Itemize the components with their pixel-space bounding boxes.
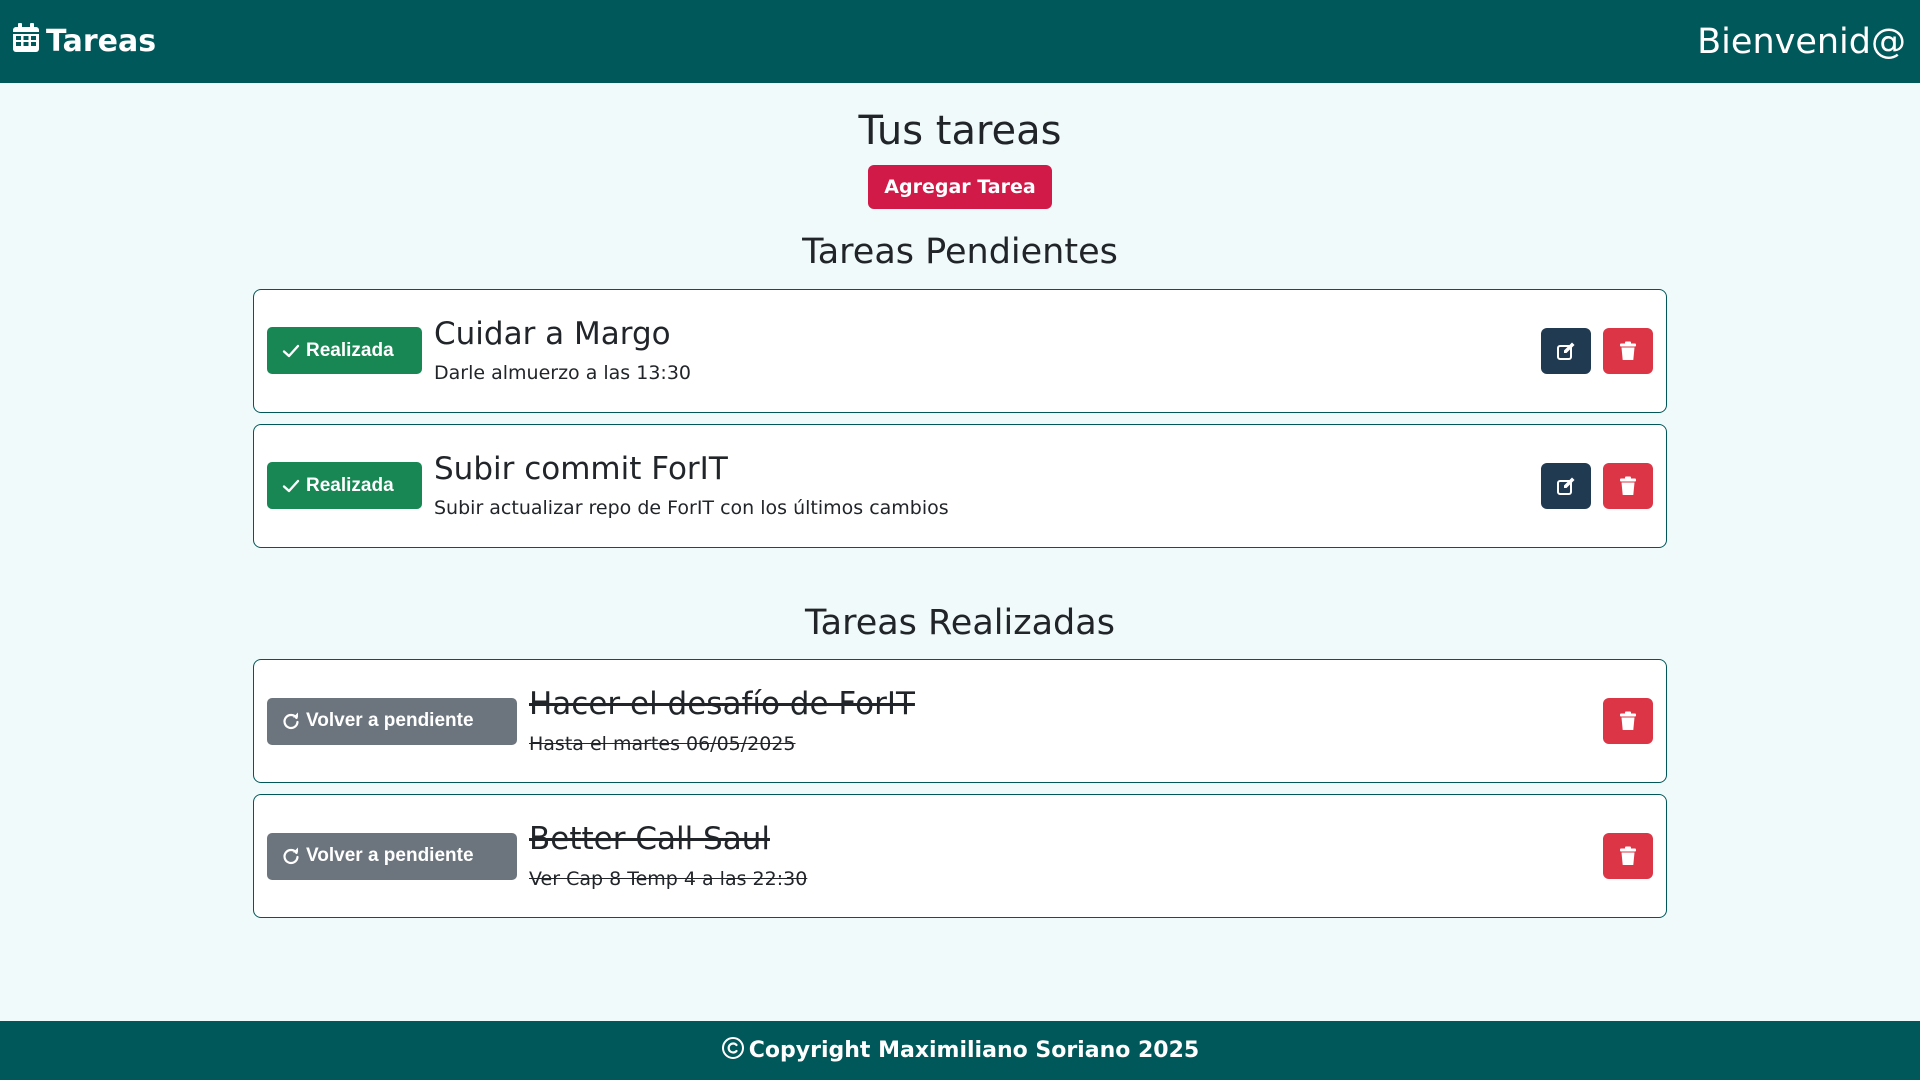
task-card: Volver a pendiente Hacer el desafío de F… [253,659,1667,783]
task-description: Hasta el martes 06/05/2025 [529,732,796,755]
edit-icon [1557,477,1575,495]
task-description: Subir actualizar repo de ForIT con los ú… [434,497,949,520]
task-description: Darle almuerzo a las 13:30 [434,362,692,385]
main-content: Tus tareas Agregar Tarea Tareas Pendient… [253,109,1667,918]
pending-section-title: Tareas Pendientes [802,232,1118,272]
task-description: Ver Cap 8 Temp 4 a las 22:30 [529,867,808,890]
mark-pending-button[interactable]: Volver a pendiente [267,832,517,880]
check-icon [282,479,300,492]
task-title: Better Call Saul [529,821,770,858]
mark-pending-button[interactable]: Volver a pendiente [267,697,517,745]
delete-task-button[interactable] [1603,833,1653,879]
mark-pending-label: Volver a pendiente [306,710,474,731]
delete-task-button[interactable] [1603,462,1653,509]
trash-icon [1620,341,1636,360]
mark-pending-label: Volver a pendiente [306,845,474,866]
edit-task-button[interactable] [1541,327,1591,374]
redo-icon [283,847,299,865]
page-title: Tus tareas [858,108,1062,154]
task-card: Realizada Subir commit ForIT Subir actua… [253,423,1667,548]
task-title: Subir commit ForIT [434,450,728,487]
task-card: Volver a pendiente Better Call Saul Ver … [253,794,1667,918]
done-section-title: Tareas Realizadas [805,602,1115,643]
check-icon [282,344,300,357]
welcome-text: Bienvenid@ [1697,21,1906,62]
footer-text: Copyright Maximiliano Soriano 2025 [748,1038,1200,1063]
trash-icon [1620,711,1636,730]
trash-icon [1620,846,1636,865]
brand-link[interactable]: Tareas [12,22,157,61]
footer: Copyright Maximiliano Soriano 2025 [0,1021,1920,1080]
mark-done-label: Realizada [306,474,394,496]
mark-done-button[interactable]: Realizada [267,462,422,509]
task-title: Hacer el desafío de ForIT [529,686,915,723]
delete-task-button[interactable] [1603,327,1653,374]
navbar: Tareas Bienvenid@ [0,0,1920,83]
task-title: Cuidar a Margo [434,315,671,352]
trash-icon [1620,476,1636,495]
brand-label: Tareas [46,24,157,59]
mark-done-label: Realizada [306,339,394,361]
delete-task-button[interactable] [1603,698,1653,744]
edit-icon [1557,342,1575,360]
copyright-icon [721,1036,745,1066]
task-card: Realizada Cuidar a Margo Darle almuerzo … [253,288,1667,413]
calendar-icon [12,22,40,61]
redo-icon [283,712,299,730]
edit-task-button[interactable] [1541,462,1591,509]
add-task-button[interactable]: Agregar Tarea [868,165,1052,209]
mark-done-button[interactable]: Realizada [267,327,422,374]
